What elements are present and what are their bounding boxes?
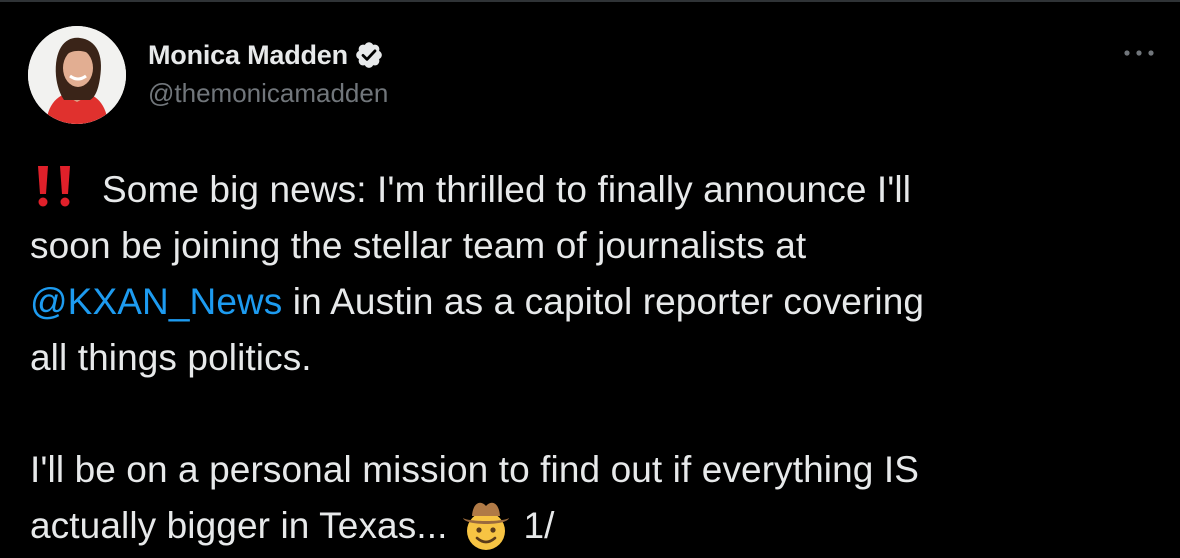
- display-name[interactable]: Monica Madden: [148, 40, 348, 71]
- tweet-line-6-text: actually bigger in Texas...: [30, 505, 448, 546]
- tweet-line-3-text: in Austin as a capitol reporter covering: [282, 281, 925, 322]
- more-options-icon[interactable]: [1122, 46, 1156, 60]
- tweet-text: Some big news: I'm thrilled to finally a…: [30, 162, 1155, 554]
- tweet-line-3: @KXAN_News in Austin as a capitol report…: [30, 274, 1155, 330]
- cowboy-hat-face-emoji-icon: [463, 502, 510, 550]
- avatar[interactable]: [28, 26, 126, 124]
- tweet-line-6: actually bigger in Texas... 1/: [30, 498, 1155, 554]
- tweet-line-1: Some big news: I'm thrilled to finally a…: [30, 162, 1155, 218]
- tweet-line-4: all things politics.: [30, 337, 312, 378]
- author-name-row[interactable]: Monica Madden: [148, 38, 384, 72]
- verified-badge-icon: [356, 42, 382, 68]
- mention-link[interactable]: @KXAN_News: [30, 281, 282, 322]
- user-handle[interactable]: @themonicamadden: [148, 78, 388, 109]
- tweet-line-2: soon be joining the stellar team of jour…: [30, 225, 807, 266]
- profile-photo-icon: [28, 26, 126, 124]
- tweet-line-5: I'll be on a personal mission to find ou…: [30, 449, 920, 490]
- double-exclamation-emoji-icon: [38, 166, 70, 207]
- tweet-line-1-text: Some big news: I'm thrilled to finally a…: [102, 169, 912, 210]
- tweet-card: Monica Madden @themonicamadden Some big …: [0, 0, 1180, 558]
- tweet-line-6-suffix: 1/: [523, 505, 555, 546]
- paragraph-break: [30, 386, 1155, 442]
